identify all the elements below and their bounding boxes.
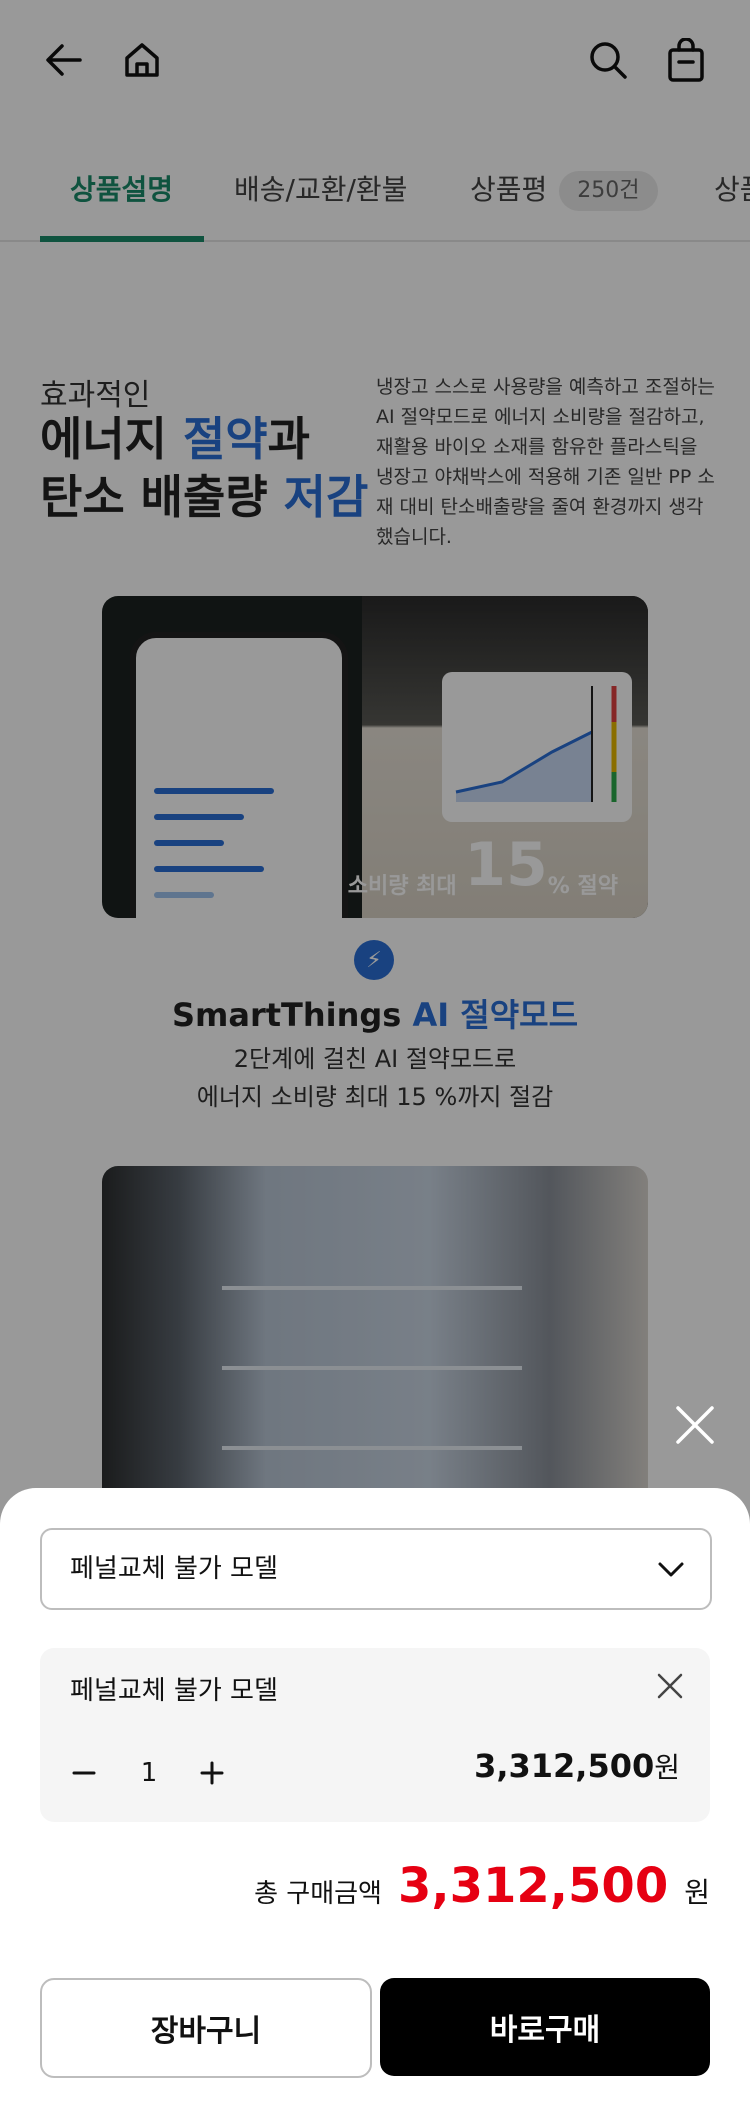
quantity-stepper: 1	[64, 1748, 234, 1798]
chevron-down-icon	[658, 1562, 684, 1577]
selected-option-name: 페널교체 불가 모델	[70, 1676, 278, 1706]
selected-option-card: 페널교체 불가 모델 1 3,312,500원	[40, 1648, 710, 1822]
purchase-sheet: 페널교체 불가 모델 페널교체 불가 모델 1 3,312,500원 총 구매금…	[0, 1488, 750, 2120]
total-price-label: 총 구매금액	[254, 1879, 382, 1909]
close-sheet-button[interactable]	[670, 1400, 720, 1450]
increase-quantity-button[interactable]	[192, 1748, 232, 1798]
add-to-cart-button[interactable]: 장바구니	[40, 1978, 372, 2078]
decrease-quantity-button[interactable]	[64, 1748, 104, 1798]
total-price: 총 구매금액 3,312,500 원	[254, 1858, 710, 1918]
option-price-value: 3,312,500	[474, 1747, 655, 1785]
total-price-currency: 원	[684, 1876, 710, 1909]
buy-now-button[interactable]: 바로구매	[380, 1978, 710, 2076]
product-detail-page: 상품설명 배송/교환/환불 상품평250건 상품 효과적인 에너지 절약과 탄소…	[0, 0, 750, 2120]
close-icon	[676, 1406, 714, 1444]
option-price-currency: 원	[654, 1751, 680, 1784]
option-select-value: 페널교체 불가 모델	[70, 1554, 278, 1584]
close-icon	[657, 1673, 683, 1699]
plus-icon	[200, 1761, 224, 1785]
minus-icon	[72, 1771, 96, 1775]
quantity-value[interactable]: 1	[126, 1748, 172, 1798]
remove-option-button[interactable]	[654, 1670, 686, 1702]
option-price: 3,312,500원	[474, 1746, 680, 1786]
option-select[interactable]: 페널교체 불가 모델	[40, 1528, 712, 1610]
total-price-amount: 3,312,500	[397, 1858, 669, 1914]
